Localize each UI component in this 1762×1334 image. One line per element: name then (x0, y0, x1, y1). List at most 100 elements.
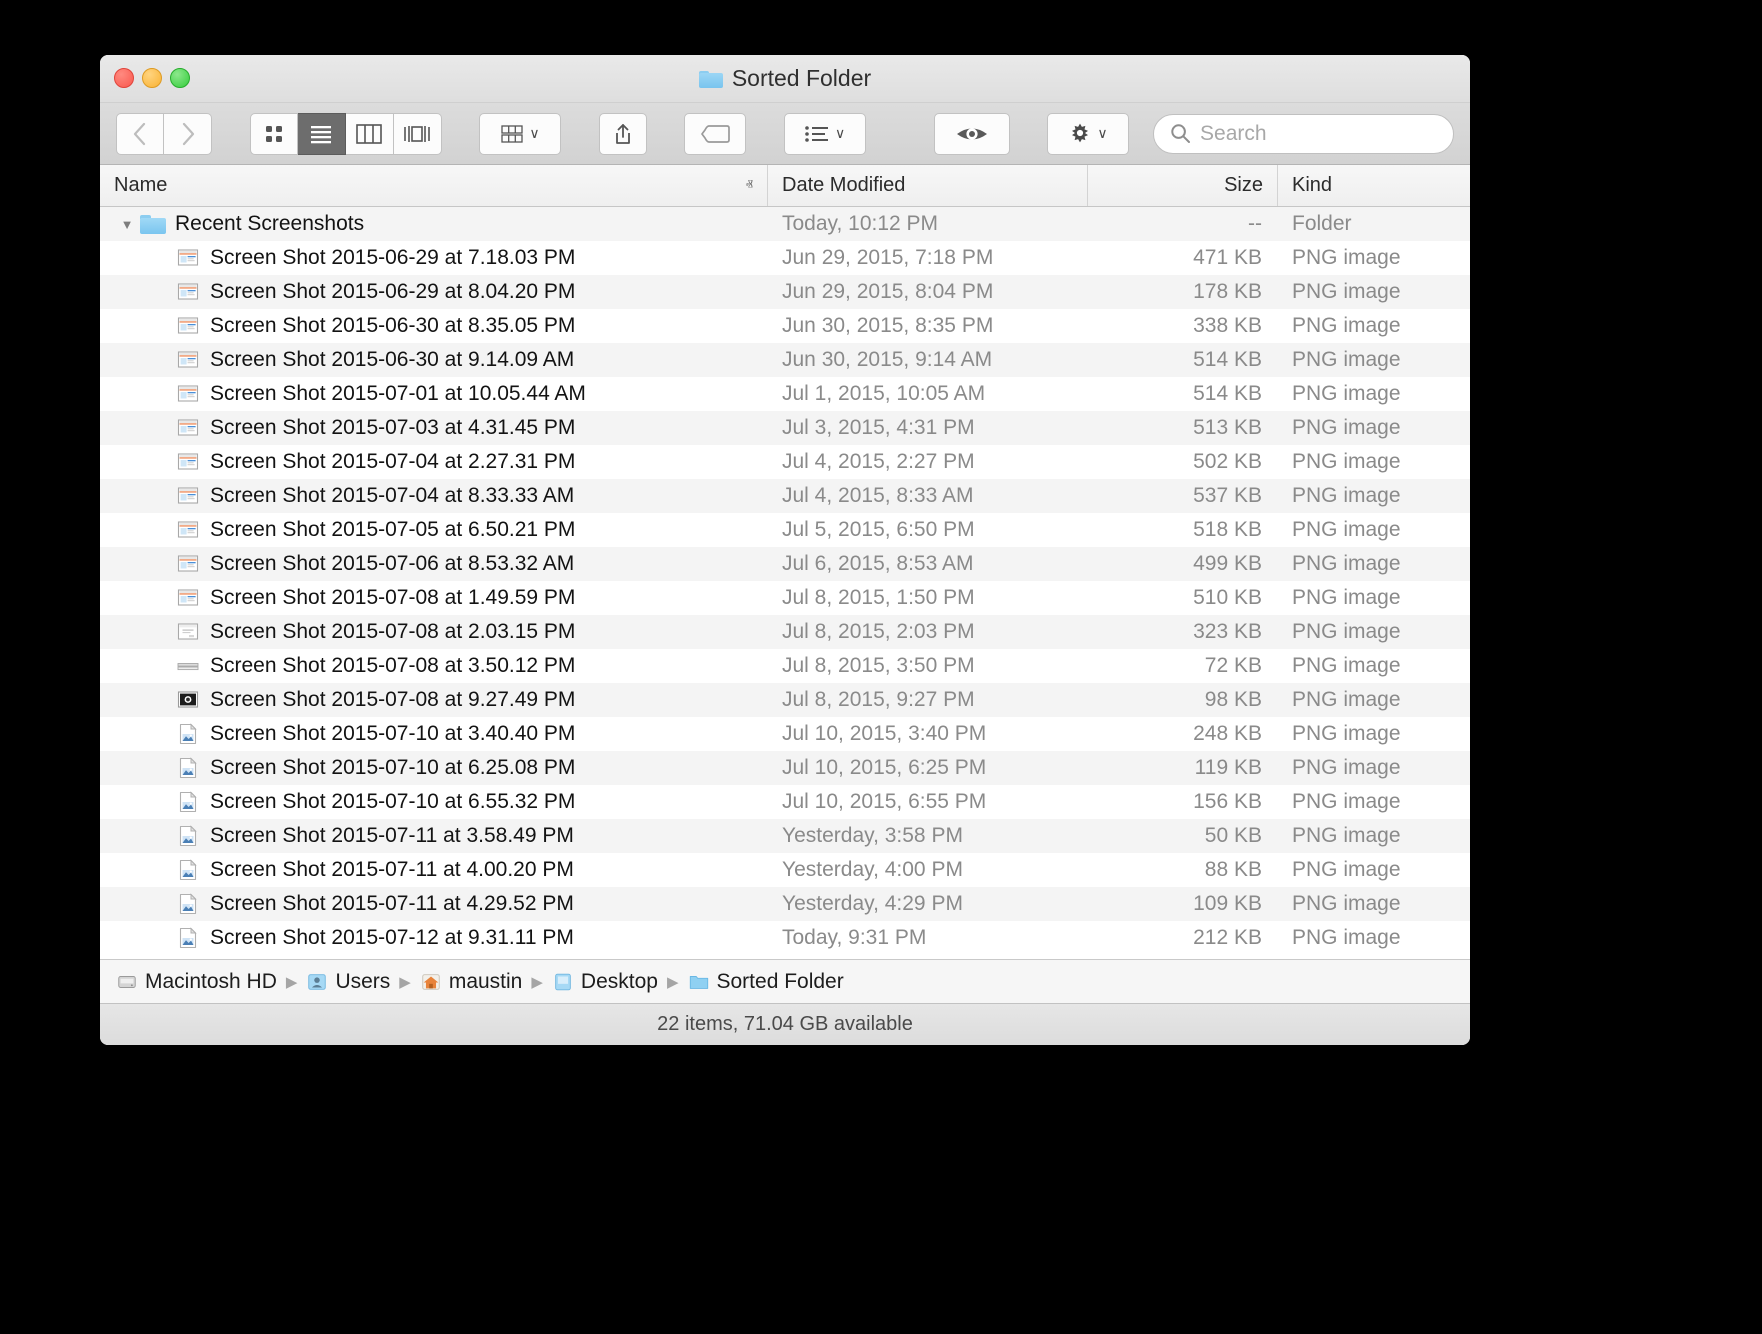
file-name-cell[interactable]: Screen Shot 2015-07-04 at 8.33.33 AM (100, 484, 768, 508)
file-name-cell[interactable]: Screen Shot 2015-07-11 at 4.00.20 PM (100, 858, 768, 882)
file-name-cell[interactable]: Screen Shot 2015-07-04 at 2.27.31 PM (100, 450, 768, 474)
table-row[interactable]: Screen Shot 2015-07-12 at 9.31.11 PM Toda… (100, 921, 1470, 955)
file-name-cell[interactable]: Screen Shot 2015-07-08 at 2.03.15 PM (100, 620, 768, 644)
file-name-cell[interactable]: Screen Shot 2015-06-29 at 8.04.20 PM (100, 280, 768, 304)
table-row[interactable]: Screen Shot 2015-07-04 at 8.33.33 AM Jul … (100, 479, 1470, 513)
chevron-down-icon: ∨ (1097, 125, 1108, 141)
share-button[interactable] (598, 112, 647, 155)
disclosure-triangle-expanded-icon[interactable]: ▼ (114, 217, 140, 232)
file-name-cell[interactable]: Screen Shot 2015-07-10 at 6.25.08 PM (100, 756, 768, 780)
table-row[interactable]: Screen Shot 2015-07-11 at 3.58.49 PM Yest… (100, 819, 1470, 853)
column-headers: Name ⱏ Date Modified Size Kind (100, 165, 1470, 207)
search-field[interactable]: Search (1153, 113, 1454, 154)
arrange-button[interactable]: ∨ (479, 112, 562, 155)
table-row[interactable]: Screen Shot 2015-07-08 at 3.50.12 PM Jul … (100, 649, 1470, 683)
file-name-cell[interactable]: Screen Shot 2015-07-08 at 3.50.12 PM (100, 654, 768, 678)
column-view-button[interactable] (345, 112, 394, 155)
arrange-icon (501, 124, 524, 143)
table-row[interactable]: ▼ Recent Screenshots Today, 10:12 PM -- Fold… (100, 207, 1470, 241)
file-name-label: Screen Shot 2015-06-30 at 9.14.09 AM (210, 348, 575, 371)
table-row[interactable]: Screen Shot 2015-07-10 at 6.25.08 PM Jul … (100, 751, 1470, 785)
share-icon (615, 123, 630, 144)
file-list[interactable]: ▼ Recent Screenshots Today, 10:12 PM -- Fold… (100, 207, 1470, 959)
file-name-cell[interactable]: Screen Shot 2015-06-30 at 8.35.05 PM (100, 314, 768, 338)
icon-view-button[interactable] (249, 112, 298, 155)
table-row[interactable]: Screen Shot 2015-07-06 at 8.53.32 AM Jul … (100, 547, 1470, 581)
path-segment[interactable]: Sorted Folder (688, 970, 844, 994)
table-row[interactable]: Screen Shot 2015-07-10 at 3.40.40 PM Jul … (100, 717, 1470, 751)
path-segment-label: Sorted Folder (716, 969, 844, 993)
table-row[interactable]: Screen Shot 2015-07-05 at 6.50.21 PM Jul … (100, 513, 1470, 547)
date-modified-cell: Jul 4, 2015, 2:27 PM (782, 450, 975, 473)
file-name-cell[interactable]: Screen Shot 2015-07-05 at 6.50.21 PM (100, 518, 768, 542)
date-modified-cell: Jul 10, 2015, 6:55 PM (782, 790, 987, 813)
file-name-cell[interactable]: Screen Shot 2015-07-12 at 9.31.11 PM (100, 926, 768, 950)
file-name-cell[interactable]: Screen Shot 2015-06-29 at 7.18.03 PM (100, 246, 768, 270)
list-icon (311, 125, 332, 143)
path-segment[interactable]: Macintosh HD (116, 970, 277, 994)
kind-cell: PNG image (1292, 314, 1401, 337)
back-button[interactable] (116, 112, 164, 155)
table-row[interactable]: Screen Shot 2015-07-11 at 4.29.52 PM Yest… (100, 887, 1470, 921)
tag-button[interactable] (684, 112, 747, 155)
coverflow-view-button[interactable] (393, 112, 442, 155)
file-name-cell[interactable]: Screen Shot 2015-07-06 at 8.53.32 AM (100, 552, 768, 576)
table-row[interactable]: Screen Shot 2015-06-29 at 8.04.20 PM Jun … (100, 275, 1470, 309)
table-row[interactable]: Screen Shot 2015-06-30 at 8.35.05 PM Jun … (100, 309, 1470, 343)
table-row[interactable]: Screen Shot 2015-06-29 at 7.18.03 PM Jun … (100, 241, 1470, 275)
file-name-cell[interactable]: Screen Shot 2015-07-08 at 1.49.59 PM (100, 586, 768, 610)
path-segment[interactable]: maustin (420, 969, 523, 994)
column-header-kind[interactable]: Kind (1278, 165, 1470, 206)
file-name-cell[interactable]: Screen Shot 2015-07-10 at 6.55.32 PM (100, 790, 768, 814)
path-separator-icon: ▶ (531, 973, 543, 991)
table-row[interactable]: Screen Shot 2015-07-03 at 4.31.45 PM Jul … (100, 411, 1470, 445)
path-segment[interactable]: Desktop (552, 970, 658, 994)
table-row[interactable]: Screen Shot 2015-07-08 at 2.03.15 PM Jul … (100, 615, 1470, 649)
settings-button[interactable]: ∨ (1047, 112, 1130, 155)
titlebar: Sorted Folder (100, 55, 1470, 103)
table-row[interactable]: Screen Shot 2015-07-08 at 9.27.49 PM Jul … (100, 683, 1470, 717)
table-row[interactable]: Screen Shot 2015-07-04 at 2.27.31 PM Jul … (100, 445, 1470, 479)
column-header-size[interactable]: Size (1088, 165, 1278, 206)
file-name-cell[interactable]: Screen Shot 2015-06-30 at 9.14.09 AM (100, 348, 768, 372)
file-name-cell[interactable]: Screen Shot 2015-07-03 at 4.31.45 PM (100, 416, 768, 440)
size-cell: 518 KB (1193, 518, 1262, 541)
png-document-icon (179, 927, 197, 949)
file-name-label: Screen Shot 2015-07-11 at 4.29.52 PM (210, 892, 574, 915)
file-name-cell[interactable]: Screen Shot 2015-07-11 at 4.29.52 PM (100, 892, 768, 916)
file-name-cell[interactable]: Screen Shot 2015-07-01 at 10.05.44 AM (100, 382, 768, 406)
file-name-cell[interactable]: ▼ Recent Screenshots (100, 212, 768, 236)
file-name-cell[interactable]: Screen Shot 2015-07-08 at 9.27.49 PM (100, 688, 768, 712)
column-header-date-modified[interactable]: Date Modified (768, 165, 1088, 206)
date-modified-cell: Jul 3, 2015, 4:31 PM (782, 416, 975, 439)
path-segment-label: maustin (448, 969, 523, 993)
column-header-kind-label: Kind (1292, 174, 1333, 196)
chevron-right-icon (182, 122, 194, 145)
table-row[interactable]: Screen Shot 2015-07-08 at 1.49.59 PM Jul … (100, 581, 1470, 615)
png-document-icon (179, 893, 197, 915)
file-name-cell[interactable]: Screen Shot 2015-07-11 at 3.58.49 PM (100, 824, 768, 848)
quick-look-button[interactable] (933, 112, 1010, 155)
screenshot-thumb-icon (177, 487, 199, 504)
file-name-label: Recent Screenshots (175, 212, 365, 235)
table-row[interactable]: Screen Shot 2015-07-11 at 4.00.20 PM Yest… (100, 853, 1470, 887)
search-input[interactable]: Search (1200, 122, 1267, 146)
size-cell: 109 KB (1193, 892, 1262, 915)
forward-button[interactable] (164, 112, 212, 155)
file-name-cell[interactable]: Screen Shot 2015-07-10 at 3.40.40 PM (100, 722, 768, 746)
date-modified-cell: Jul 4, 2015, 8:33 AM (782, 484, 974, 507)
kind-cell: PNG image (1292, 824, 1401, 847)
list-view-button[interactable] (297, 112, 346, 155)
kind-cell: PNG image (1292, 518, 1401, 541)
table-row[interactable]: Screen Shot 2015-07-10 at 6.55.32 PM Jul … (100, 785, 1470, 819)
path-segment-label: Users (335, 969, 391, 993)
table-row[interactable]: Screen Shot 2015-06-30 at 9.14.09 AM Jun … (100, 343, 1470, 377)
table-row[interactable]: Screen Shot 2015-07-01 at 10.05.44 AM Jul… (100, 377, 1470, 411)
kind-cell: PNG image (1292, 654, 1401, 677)
path-segment[interactable]: Users (306, 970, 390, 994)
screenshot-dialog-icon (177, 623, 199, 640)
path-separator-icon: ▶ (285, 973, 298, 991)
png-document-icon (179, 825, 197, 847)
action-list-button[interactable]: ∨ (783, 112, 866, 155)
column-header-name[interactable]: Name ⱏ (100, 165, 768, 206)
